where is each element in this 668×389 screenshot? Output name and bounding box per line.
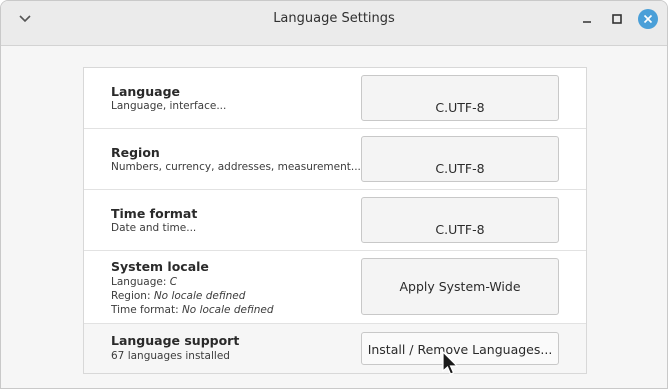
button-label: C.UTF-8 <box>435 222 485 237</box>
row-title: Time format <box>111 206 198 221</box>
time-format-value: No locale defined <box>181 304 274 316</box>
button-label: C.UTF-8 <box>435 161 485 176</box>
button-label: Apply System-Wide <box>399 279 521 294</box>
row-subtitle: 67 languages installed <box>111 350 230 362</box>
system-locale-row: System locale Language: C Region: No loc… <box>84 251 586 324</box>
time-format-select-button[interactable]: C.UTF-8 <box>361 197 559 243</box>
apply-system-wide-button[interactable]: Apply System-Wide <box>361 258 559 315</box>
time-format-label: Time format: <box>111 304 179 316</box>
region-select-button[interactable]: C.UTF-8 <box>361 136 559 182</box>
language-label: Language: <box>111 276 167 288</box>
row-title: Language support <box>111 333 240 348</box>
row-title: System locale <box>111 259 209 274</box>
region-row: Region Numbers, currency, addresses, mea… <box>84 129 586 190</box>
row-title: Language <box>111 84 181 99</box>
minimize-icon[interactable] <box>577 9 597 29</box>
mouse-pointer-icon <box>442 351 459 375</box>
system-region-line: Region: No locale defined <box>111 290 245 302</box>
language-row: Language Language, interface... C.UTF-8 <box>84 68 586 129</box>
system-time-line: Time format: No locale defined <box>111 304 274 316</box>
row-subtitle: Numbers, currency, addresses, measuremen… <box>111 161 361 173</box>
close-icon[interactable] <box>638 9 658 29</box>
language-value: C <box>169 276 178 288</box>
title-bar[interactable]: Language Settings <box>1 1 667 46</box>
window-title: Language Settings <box>273 11 395 26</box>
language-support-row: Language support 67 languages installed … <box>84 324 586 373</box>
settings-panel: Language Language, interface... C.UTF-8 … <box>83 67 587 374</box>
button-label: C.UTF-8 <box>435 100 485 115</box>
row-subtitle: Date and time... <box>111 222 197 234</box>
language-select-button[interactable]: C.UTF-8 <box>361 75 559 121</box>
language-settings-window: Language Settings Language Language, int… <box>0 0 668 389</box>
time-format-row: Time format Date and time... C.UTF-8 <box>84 190 586 251</box>
region-value: No locale defined <box>153 290 246 302</box>
row-subtitle: Language, interface... <box>111 100 227 112</box>
region-label: Region: <box>111 290 151 302</box>
row-title: Region <box>111 145 160 160</box>
maximize-icon[interactable] <box>607 9 627 29</box>
system-language-line: Language: C <box>111 276 177 288</box>
